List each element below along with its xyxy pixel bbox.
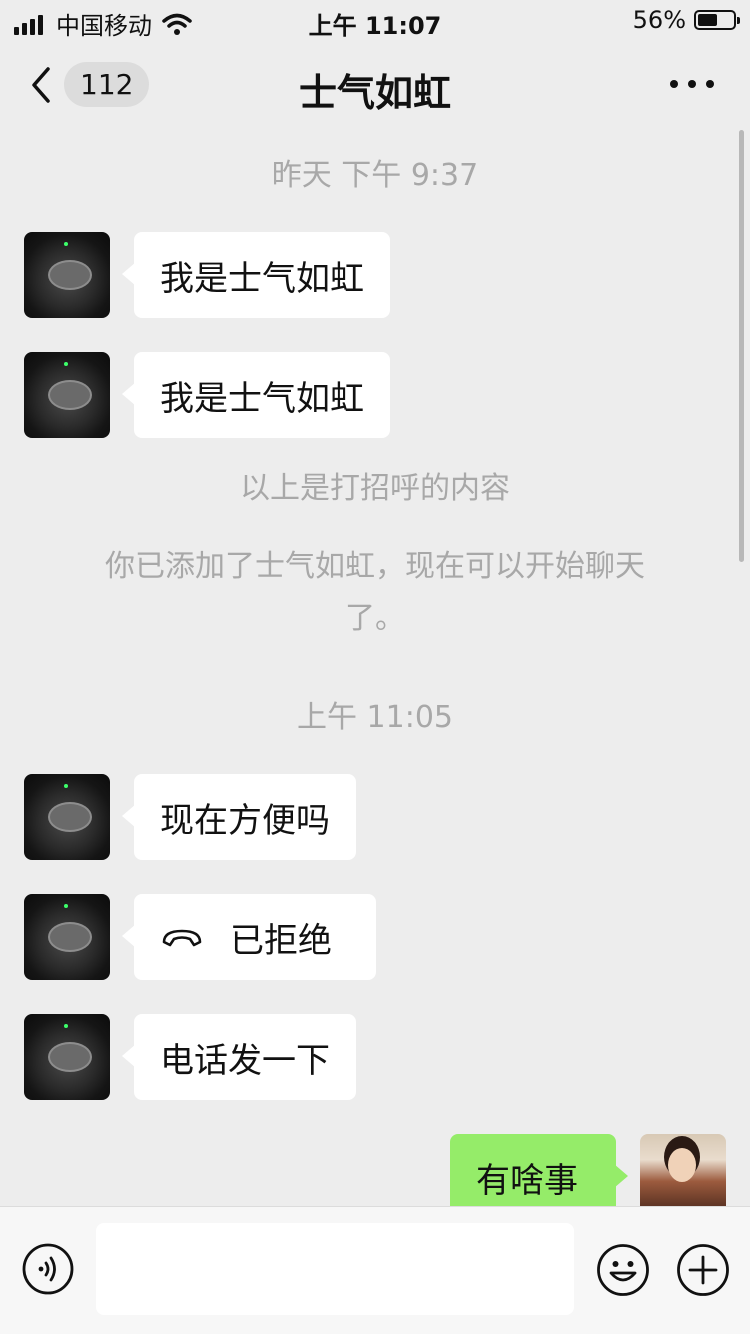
plus-icon[interactable] xyxy=(676,1243,730,1297)
chat-screen: 中国移动 上午 11:07 56% 112 士气如虹 昨天 下午 9:37 我是… xyxy=(0,0,750,1334)
system-notice-line1: 你已添加了士气如虹，现在可以开始聊天 xyxy=(105,549,645,584)
battery-percent: 56% xyxy=(632,6,686,34)
scrollbar[interactable] xyxy=(739,130,744,562)
steering-wheel-avatar[interactable] xyxy=(24,232,110,318)
message-row: 我是士气如虹 xyxy=(0,352,750,438)
steering-wheel-avatar[interactable] xyxy=(24,774,110,860)
nav-bar: 112 士气如虹 xyxy=(0,44,750,132)
steering-wheel-avatar[interactable] xyxy=(24,352,110,438)
message-row: 已拒绝 xyxy=(0,894,750,980)
battery-icon xyxy=(694,10,740,30)
input-bar xyxy=(0,1206,750,1334)
system-notice: 以上是打招呼的内容 xyxy=(240,471,510,506)
steering-wheel-avatar[interactable] xyxy=(24,1014,110,1100)
message-input[interactable] xyxy=(96,1223,574,1315)
timestamp: 上午 11:05 xyxy=(297,700,453,735)
timestamp: 昨天 下午 9:37 xyxy=(271,158,479,193)
call-record-bubble[interactable]: 已拒绝 xyxy=(122,894,376,980)
message-bubble[interactable]: 电话发一下 xyxy=(122,1014,356,1100)
message-bubble[interactable]: 我是士气如虹 xyxy=(122,232,390,318)
message-bubble[interactable]: 我是士气如虹 xyxy=(122,352,390,438)
message-row: 现在方便吗 xyxy=(0,774,750,860)
system-notice-line2: 了。 xyxy=(345,601,405,636)
steering-wheel-avatar[interactable] xyxy=(24,894,110,980)
call-status-text: 已拒绝 xyxy=(230,920,332,961)
message-bubble[interactable]: 现在方便吗 xyxy=(122,774,356,860)
status-bar: 中国移动 上午 11:07 56% xyxy=(0,0,750,44)
message-row: 我是士气如虹 xyxy=(0,232,750,318)
more-button[interactable] xyxy=(670,72,714,96)
message-row: 电话发一下 xyxy=(0,1014,750,1100)
status-right: 56% xyxy=(632,6,740,34)
emoji-icon[interactable] xyxy=(596,1243,650,1297)
phone-hangup-icon xyxy=(162,929,202,947)
chat-title: 士气如虹 xyxy=(298,71,451,115)
voice-icon[interactable] xyxy=(22,1243,74,1295)
more-dots-icon xyxy=(670,80,678,88)
